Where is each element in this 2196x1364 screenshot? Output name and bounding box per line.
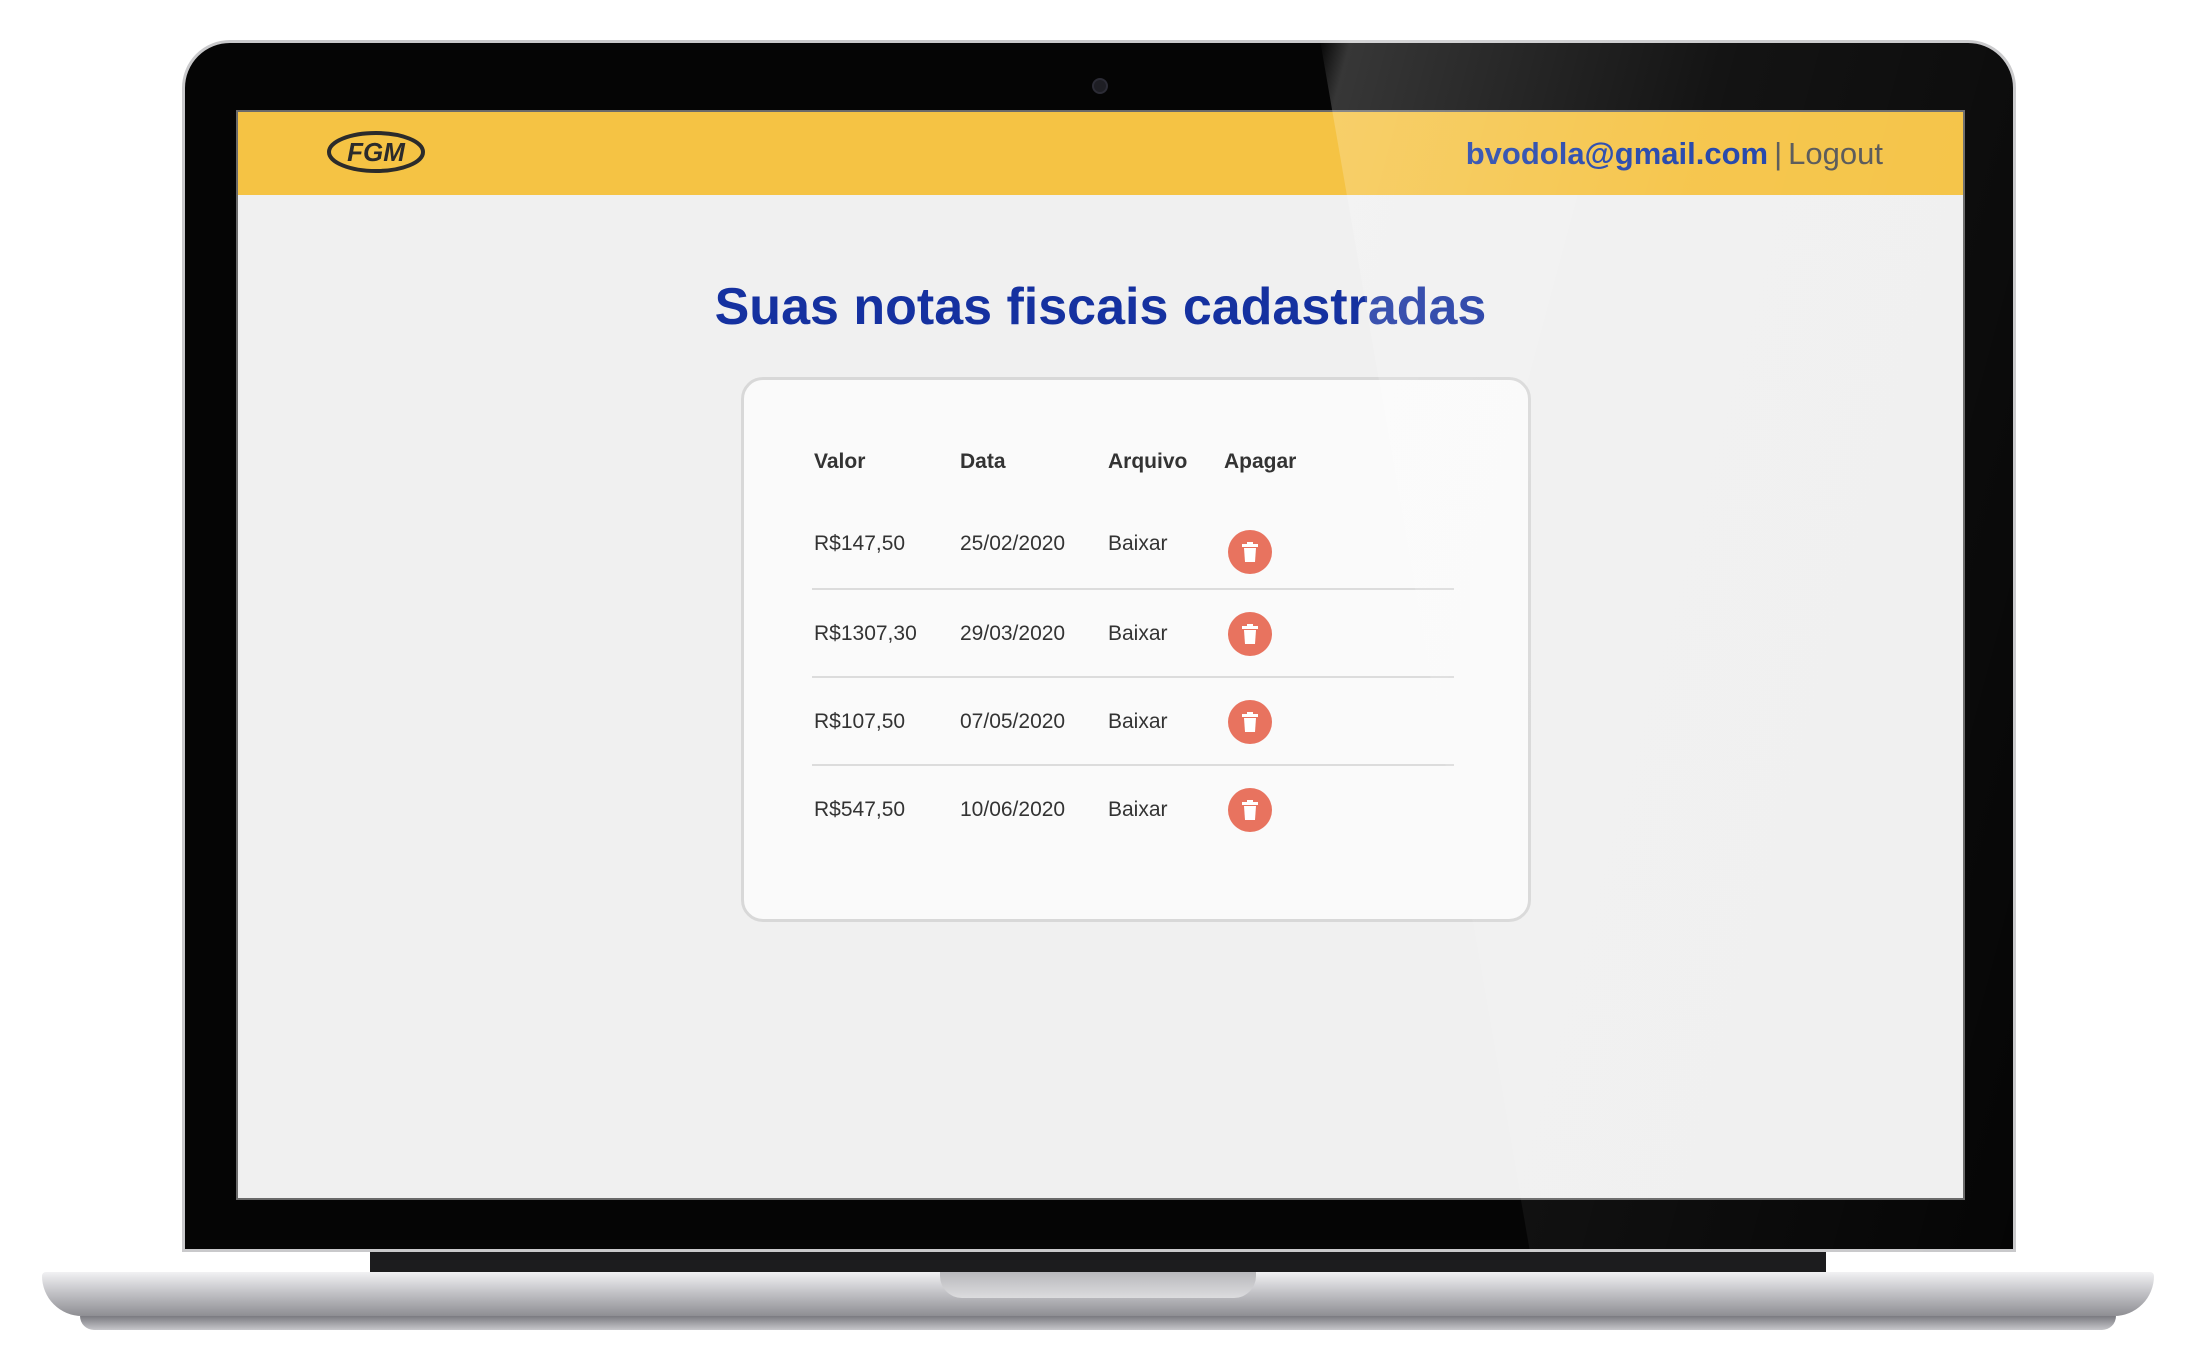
download-link[interactable]: Baixar [1108,500,1168,588]
trash-icon [1242,712,1258,732]
fgm-logo[interactable]: FGM [326,130,426,174]
download-link[interactable]: Baixar [1108,590,1168,678]
laptop-notch [940,1272,1256,1298]
column-header-arquivo: Arquivo [1108,450,1188,473]
delete-button[interactable] [1228,788,1272,832]
top-bar: FGM bvodola@gmail.com | Logout [238,112,1963,195]
column-header-valor: Valor [814,450,866,473]
user-area: bvodola@gmail.com | Logout [1466,132,1883,176]
cell-valor: R$147,50 [814,532,906,555]
table-row: R$107,50 07/05/2020 Baixar [812,676,1454,766]
invoices-table-card: Valor Data Arquivo Apagar R$147,50 25/02… [741,377,1531,922]
delete-button[interactable] [1228,530,1272,574]
webcam [1092,78,1108,94]
cell-valor: R$1307,30 [814,622,917,645]
cell-data: 07/05/2020 [960,710,1066,733]
cell-valor: R$107,50 [814,710,906,733]
cell-data: 25/02/2020 [960,532,1066,555]
trash-icon [1242,624,1258,644]
laptop-hinge [370,1252,1826,1272]
column-header-data: Data [960,450,1006,473]
logout-link[interactable]: Logout [1788,136,1883,171]
table-row: R$547,50 10/06/2020 Baixar [812,764,1454,854]
column-header-apagar: Apagar [1224,450,1297,473]
table-row: R$147,50 25/02/2020 Baixar [812,500,1454,588]
page-title: Suas notas fiscais cadastradas [714,278,1487,336]
user-email: bvodola@gmail.com [1465,136,1769,171]
trash-icon [1242,542,1258,562]
delete-button[interactable] [1228,612,1272,656]
svg-text:FGM: FGM [347,137,406,167]
download-link[interactable]: Baixar [1108,766,1168,854]
cell-data: 29/03/2020 [960,622,1066,645]
laptop-base-bottom [80,1316,2116,1330]
download-link[interactable]: Baixar [1108,678,1168,766]
cell-valor: R$547,50 [814,798,906,821]
cell-data: 10/06/2020 [960,798,1066,821]
separator: | [1774,136,1783,171]
trash-icon [1242,800,1258,820]
laptop-screen: FGM bvodola@gmail.com | Logout Suas notas … [236,110,1965,1200]
delete-button[interactable] [1228,700,1272,744]
table-row: R$1307,30 29/03/2020 Baixar [812,588,1454,678]
